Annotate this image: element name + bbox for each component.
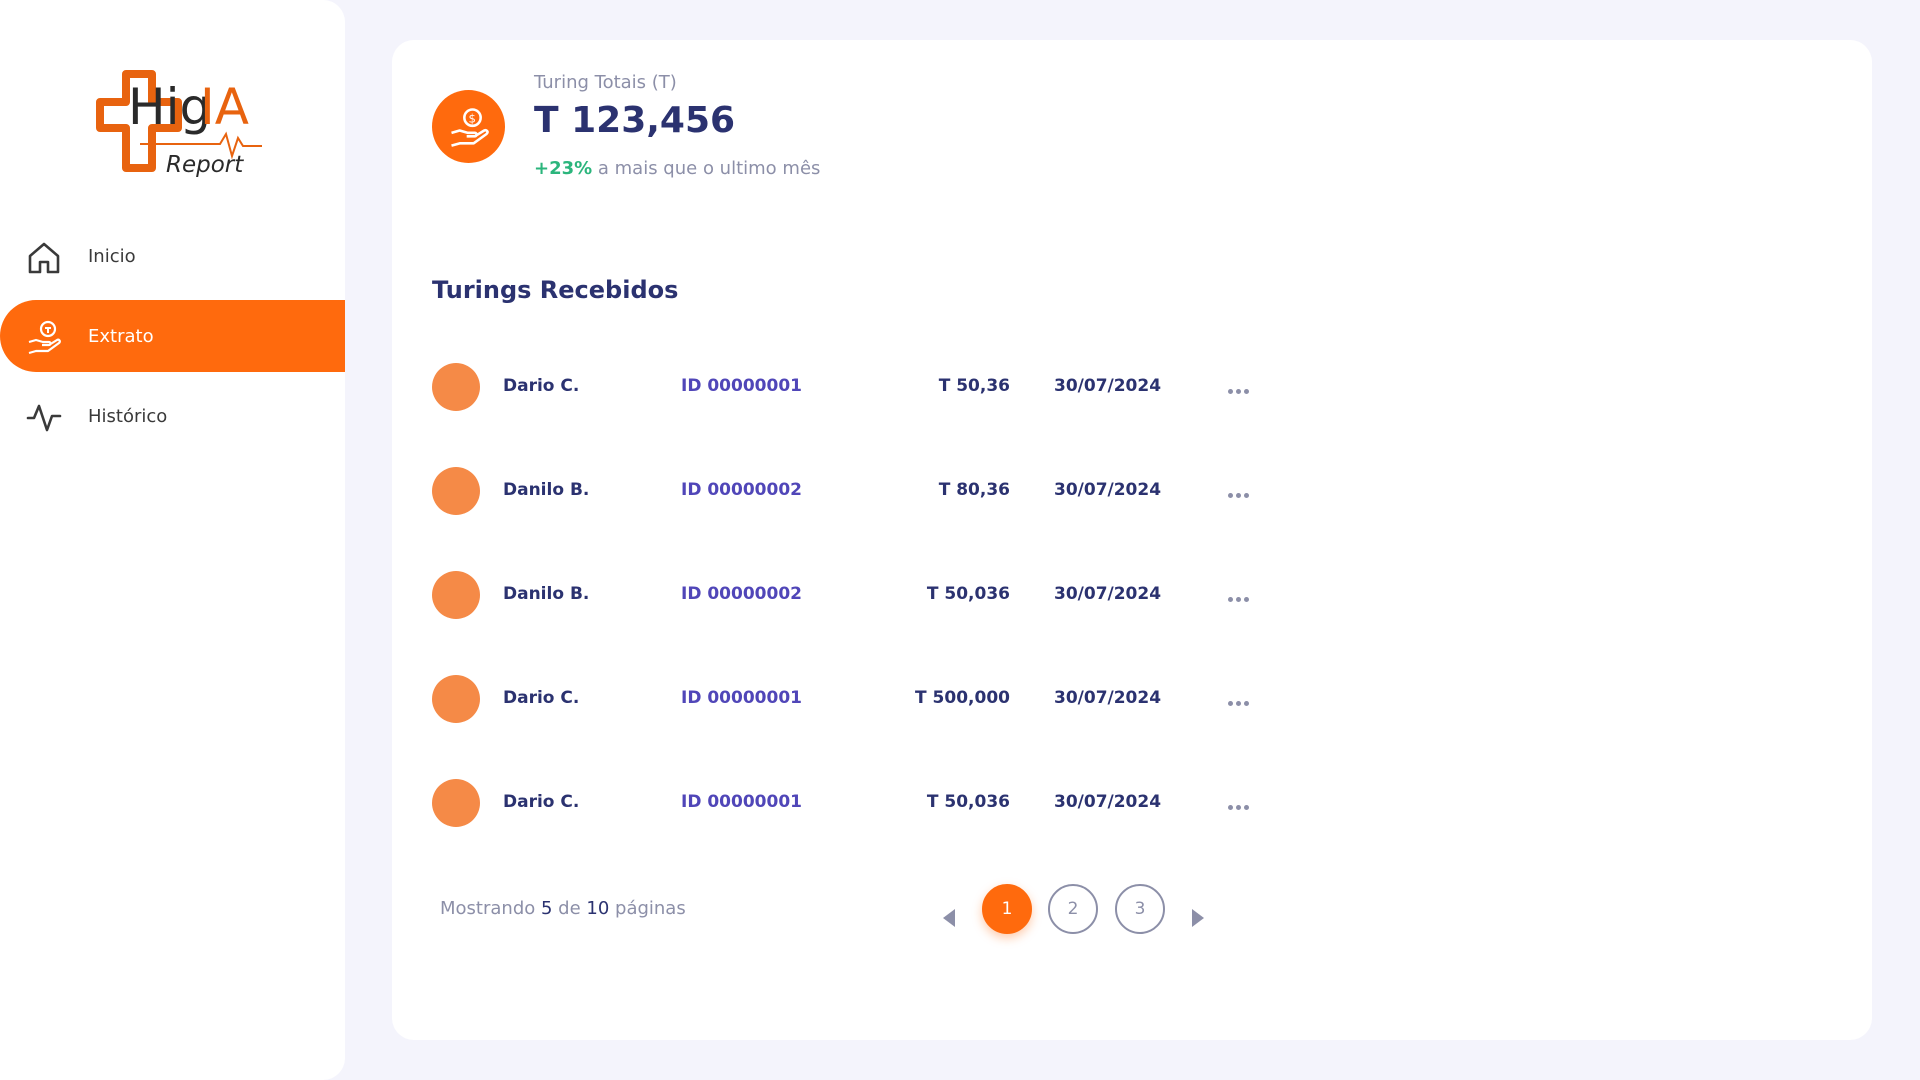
- row-id: ID 00000002: [681, 480, 802, 500]
- avatar: [432, 571, 480, 619]
- summary-icon-badge: $: [432, 90, 505, 163]
- hand-coin-icon: $: [450, 107, 489, 147]
- row-amount: T 50,036: [926, 792, 1010, 812]
- row-id: ID 00000001: [681, 688, 802, 708]
- row-amount: T 80,36: [938, 480, 1010, 500]
- activity-icon: [26, 404, 62, 432]
- row-id: ID 00000002: [681, 584, 802, 604]
- sidebar-item-label: Histórico: [88, 405, 168, 427]
- change-percent: +23%: [534, 158, 593, 179]
- row-name: Danilo B.: [503, 480, 590, 500]
- page-button-2[interactable]: 2: [1048, 884, 1098, 934]
- table-row[interactable]: Dario C. ID 00000001 T 50,036 30/07/2024: [432, 778, 1249, 828]
- avatar: [432, 467, 480, 515]
- higia-report-logo: Hig IA Report: [80, 64, 265, 192]
- logo-subtitle: Report: [166, 152, 244, 178]
- table-row[interactable]: Danilo B. ID 00000002 T 50,036 30/07/202…: [432, 570, 1249, 620]
- pagination-shown: 5: [540, 898, 553, 919]
- main-card: $ Turing Totais (T) T 123,456 +23% a mai…: [392, 40, 1872, 1040]
- hand-coin-icon: [28, 320, 61, 355]
- pagination-middle: de: [552, 898, 587, 919]
- sidebar-item-label: Inicio: [88, 245, 136, 267]
- pagination-suffix: páginas: [609, 898, 686, 919]
- section-title: Turings Recebidos: [432, 276, 679, 304]
- avatar: [432, 779, 480, 827]
- row-name: Dario C.: [503, 376, 580, 396]
- more-options-icon[interactable]: [1228, 587, 1258, 603]
- more-options-icon[interactable]: [1228, 795, 1258, 811]
- more-options-icon[interactable]: [1228, 379, 1258, 395]
- avatar: [432, 363, 480, 411]
- sidebar-item-extrato[interactable]: Extrato: [0, 300, 345, 372]
- row-date: 30/07/2024: [1054, 688, 1162, 708]
- more-options-icon[interactable]: [1228, 691, 1258, 707]
- avatar: [432, 675, 480, 723]
- row-date: 30/07/2024: [1054, 480, 1162, 500]
- row-name: Dario C.: [503, 792, 580, 812]
- previous-page-icon[interactable]: [942, 908, 956, 928]
- table-row[interactable]: Dario C. ID 00000001 T 50,36 30/07/2024: [432, 362, 1249, 412]
- row-date: 30/07/2024: [1054, 584, 1162, 604]
- svg-text:$: $: [468, 111, 475, 125]
- table-row[interactable]: Danilo B. ID 00000002 T 80,36 30/07/2024: [432, 466, 1249, 516]
- pagination-summary: Mostrando 5 de 10 páginas: [440, 898, 686, 919]
- page-button-3[interactable]: 3: [1115, 884, 1165, 934]
- row-amount: T 50,036: [926, 584, 1010, 604]
- sidebar-item-historico[interactable]: Histórico: [0, 380, 345, 452]
- next-page-icon[interactable]: [1191, 908, 1205, 928]
- more-options-icon[interactable]: [1228, 483, 1258, 499]
- sidebar-item-inicio[interactable]: Inicio: [0, 220, 345, 292]
- sidebar: Hig IA Report Inicio Extrato Histórico: [0, 0, 345, 1080]
- summary-label: Turing Totais (T): [534, 72, 677, 93]
- row-id: ID 00000001: [681, 792, 802, 812]
- home-icon: [28, 242, 60, 274]
- summary-value: T 123,456: [534, 100, 736, 141]
- row-name: Dario C.: [503, 688, 580, 708]
- change-text: a mais que o ultimo mês: [592, 158, 821, 179]
- svg-text:Hig: Hig: [128, 78, 211, 136]
- row-id: ID 00000001: [681, 376, 802, 396]
- row-amount: T 500,000: [915, 688, 1010, 708]
- table-row[interactable]: Dario C. ID 00000001 T 500,000 30/07/202…: [432, 674, 1249, 724]
- pagination-prefix: Mostrando: [440, 898, 541, 919]
- summary-change: +23% a mais que o ultimo mês: [534, 158, 820, 179]
- pagination-total: 10: [586, 898, 610, 919]
- row-date: 30/07/2024: [1054, 376, 1162, 396]
- sidebar-item-label: Extrato: [88, 325, 154, 347]
- row-amount: T 50,36: [938, 376, 1010, 396]
- svg-text:IA: IA: [200, 78, 249, 136]
- row-date: 30/07/2024: [1054, 792, 1162, 812]
- row-name: Danilo B.: [503, 584, 590, 604]
- page-button-1[interactable]: 1: [982, 884, 1032, 934]
